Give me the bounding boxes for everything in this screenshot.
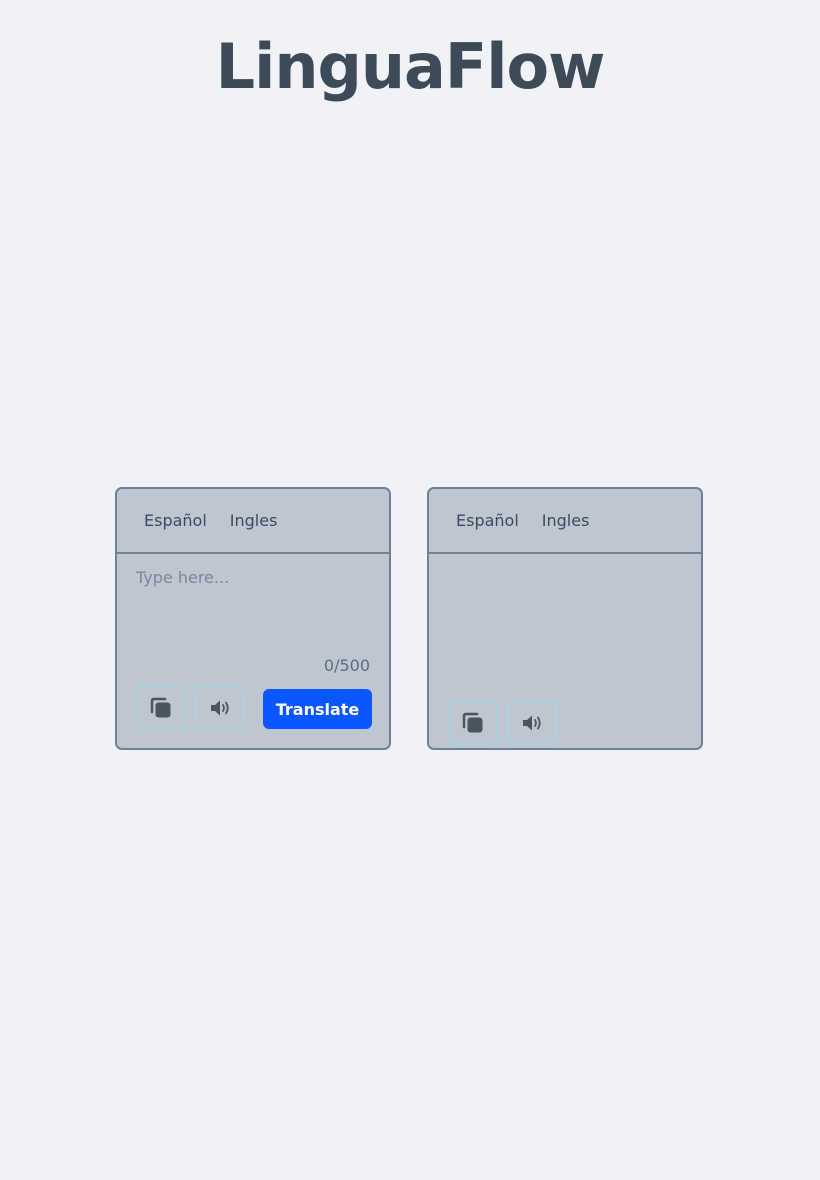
app-title: LinguaFlow xyxy=(215,30,606,103)
source-language-bar: Español Ingles xyxy=(117,489,389,554)
speaker-icon xyxy=(208,696,232,720)
source-speak-button[interactable] xyxy=(195,686,245,730)
target-copy-button[interactable] xyxy=(448,701,498,745)
translate-button[interactable]: Translate xyxy=(263,689,372,729)
source-lang-english[interactable]: Ingles xyxy=(230,511,278,530)
target-language-bar: Español Ingles xyxy=(429,489,701,554)
target-panel: Español Ingles xyxy=(427,487,703,750)
translated-output xyxy=(448,568,684,648)
source-lang-spanish[interactable]: Español xyxy=(144,511,207,530)
target-lang-english[interactable]: Ingles xyxy=(542,511,590,530)
source-panel: Español Ingles 0/500 Translate xyxy=(115,487,391,750)
char-counter: 0/500 xyxy=(323,656,370,675)
copy-icon xyxy=(149,696,173,720)
source-text-input[interactable] xyxy=(136,568,372,648)
speaker-icon xyxy=(520,711,544,735)
target-lang-spanish[interactable]: Español xyxy=(456,511,519,530)
source-copy-button[interactable] xyxy=(136,686,186,730)
target-speak-button[interactable] xyxy=(507,701,557,745)
copy-icon xyxy=(461,711,485,735)
